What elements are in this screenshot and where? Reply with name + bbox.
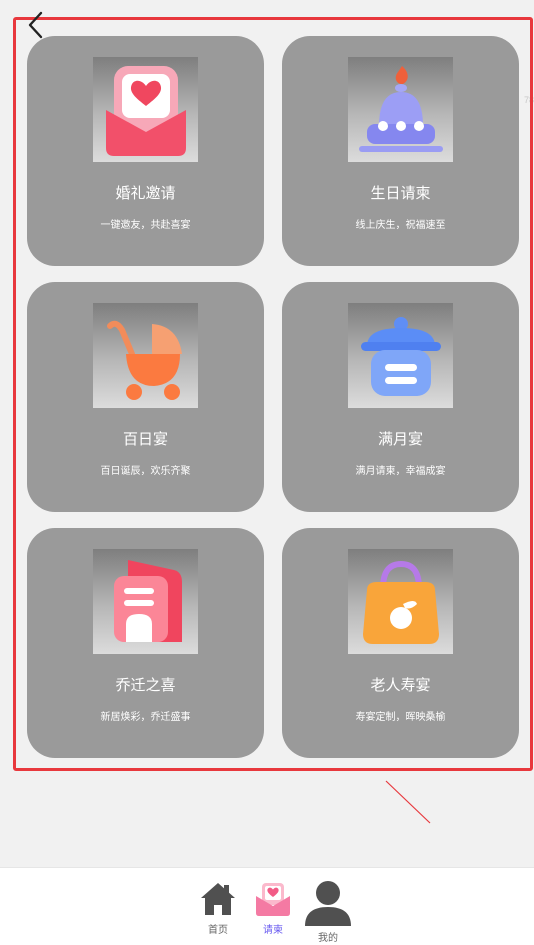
tab-label: 首页	[208, 925, 228, 936]
card-image	[93, 549, 198, 654]
chevron-left-icon	[28, 11, 43, 39]
card-subtitle: 新居焕彩，乔迁盛事	[100, 712, 191, 723]
card-birthday[interactable]: 生日请柬 线上庆生，祝福速至	[282, 36, 519, 266]
birthday-cake-icon	[358, 65, 443, 152]
tab-label: 请柬	[263, 925, 283, 936]
card-image	[348, 549, 453, 654]
home-icon	[201, 883, 235, 915]
new-home-icon	[113, 559, 182, 642]
card-subtitle: 一键邀友，共赴喜宴	[100, 220, 191, 231]
user-icon	[305, 881, 351, 926]
tab-label: 我的	[318, 933, 338, 944]
tab-profile[interactable]: 我的	[300, 880, 356, 944]
card-title: 婚礼邀请	[115, 184, 176, 202]
card-image	[348, 57, 453, 162]
card-image	[93, 57, 198, 162]
card-hundred-days[interactable]: 百日宴 百日诞辰，欢乐齐聚	[27, 282, 264, 512]
baby-stroller-icon	[106, 320, 182, 400]
card-subtitle: 满月请柬，幸福成宴	[355, 466, 446, 477]
card-title: 老人寿宴	[370, 676, 431, 694]
card-image	[348, 303, 453, 408]
peach-bag-icon	[362, 560, 439, 644]
back-button[interactable]	[22, 8, 48, 42]
card-title: 百日宴	[122, 430, 168, 448]
card-elder-birthday[interactable]: 老人寿宴 寿宴定制，晖映桑榆	[282, 528, 519, 758]
cooking-pot-icon	[360, 316, 441, 396]
card-title: 满月宴	[377, 430, 423, 448]
tab-invitation[interactable]: 请柬	[245, 880, 301, 942]
card-wedding[interactable]: 婚礼邀请 一键邀友，共赴喜宴	[27, 36, 264, 266]
card-full-month[interactable]: 满月宴 满月请柬，幸福成宴	[282, 282, 519, 512]
annotation-line	[385, 780, 431, 824]
envelope-heart-icon	[105, 65, 186, 156]
card-housewarming[interactable]: 乔迁之喜 新居焕彩，乔迁盛事	[27, 528, 264, 758]
card-subtitle: 寿宴定制，晖映桑榆	[355, 712, 446, 723]
bottom-tab-bar: 首页 请柬 我的	[0, 867, 534, 945]
card-title: 生日请柬	[370, 184, 431, 202]
invitation-icon	[256, 883, 290, 916]
card-subtitle: 百日诞辰，欢乐齐聚	[100, 466, 191, 477]
card-subtitle: 线上庆生，祝福速至	[355, 220, 446, 231]
card-image	[93, 303, 198, 408]
card-title: 乔迁之喜	[115, 676, 176, 694]
tab-home[interactable]: 首页	[190, 880, 246, 942]
stray-text: 78	[523, 95, 534, 105]
